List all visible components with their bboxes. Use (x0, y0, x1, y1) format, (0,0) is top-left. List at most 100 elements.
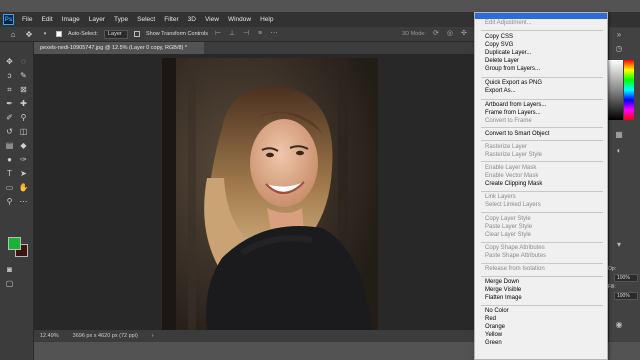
menu-file[interactable]: File (18, 16, 37, 23)
gradient-tool-icon[interactable]: ▤ (4, 140, 15, 151)
ctx-convert-smart-object[interactable]: Convert to Smart Object (485, 131, 549, 137)
ctx-copy-shape-attributes[interactable]: Copy Shape Attributes (485, 245, 545, 251)
ctx-paste-shape-attributes[interactable]: Paste Shape Attributes (485, 253, 546, 259)
zoom-tool-icon[interactable]: ⚲ (4, 196, 15, 207)
ctx-enable-vector-mask[interactable]: Enable Vector Mask (485, 173, 538, 179)
ctx-paste-layer-style[interactable]: Paste Layer Style (485, 224, 532, 230)
status-arrow-icon[interactable]: › (152, 333, 154, 339)
swatches-icon[interactable]: ▦ (614, 130, 624, 140)
ctx-no-color[interactable]: No Color (485, 308, 509, 314)
ctx-color-red[interactable]: Red (485, 316, 496, 322)
3d-orbit-icon[interactable]: ⟳ (432, 30, 440, 38)
ctx-quick-export-png[interactable]: Quick Export as PNG (485, 80, 542, 86)
ctx-frame-from-layers[interactable]: Frame from Layers... (485, 110, 541, 116)
color-picker-field[interactable] (608, 60, 623, 120)
fill-field[interactable]: 100% (614, 292, 638, 300)
auto-select-checkbox[interactable] (56, 31, 62, 37)
more-tools-icon[interactable]: ⋯ (18, 196, 29, 207)
ctx-edit-adjustment[interactable]: Edit Adjustment... (485, 20, 532, 26)
menu-edit[interactable]: Edit (37, 16, 57, 23)
marquee-tool-icon[interactable]: ◌ (18, 56, 29, 67)
home-icon[interactable]: ⌂ (8, 29, 18, 39)
foreground-color-swatch[interactable] (8, 237, 21, 250)
ctx-delete-layer[interactable]: Delete Layer (485, 58, 519, 64)
menu-highlighted-row[interactable] (475, 13, 607, 19)
ctx-flatten-image[interactable]: Flatten Image (485, 295, 522, 301)
portrait-photo (162, 58, 378, 330)
document-tab[interactable]: pexels-nedi-10905747.jpg @ 12.5% (Layer … (34, 42, 204, 54)
ctx-release-from-isolation[interactable]: Release from Isolation (485, 266, 545, 272)
ctx-copy-css[interactable]: Copy CSS (485, 34, 513, 40)
3d-drag-icon[interactable]: ✣ (460, 30, 468, 38)
adjustments-icon[interactable]: ◐ (614, 146, 624, 156)
collapse-panels-icon[interactable]: » (614, 30, 624, 40)
tab-strip (204, 42, 474, 54)
shape-tool-icon[interactable]: ▭ (4, 182, 15, 193)
ctx-convert-to-frame[interactable]: Convert to Frame (485, 118, 532, 124)
ctx-create-clipping-mask[interactable]: Create Clipping Mask (485, 181, 542, 187)
crop-tool-icon[interactable]: ⌗ (4, 84, 15, 95)
blur-tool-icon[interactable]: ◆ (18, 140, 29, 151)
healing-brush-icon[interactable]: ✚ (18, 98, 29, 109)
menu-3d[interactable]: 3D (184, 16, 201, 23)
align-left-icon[interactable]: ⊢ (214, 30, 222, 38)
quick-select-tool-icon[interactable]: ✎ (18, 70, 29, 81)
type-tool-icon[interactable]: T (4, 168, 15, 179)
ctx-rasterize-layer-style[interactable]: Rasterize Layer Style (485, 152, 542, 158)
menu-select[interactable]: Select (133, 16, 160, 23)
menu-image[interactable]: Image (58, 16, 85, 23)
menu-type[interactable]: Type (110, 16, 133, 23)
layers-filter-icon[interactable]: ▾ (614, 240, 624, 250)
brush-tool-icon[interactable]: ✐ (4, 112, 15, 123)
menu-window[interactable]: Window (224, 16, 256, 23)
ctx-group-from-layers[interactable]: Group from Layers... (485, 66, 540, 72)
3d-roll-icon[interactable]: ◎ (446, 30, 454, 38)
ctx-rasterize-layer[interactable]: Rasterize Layer (485, 144, 527, 150)
ctx-duplicate-layer[interactable]: Duplicate Layer... (485, 50, 531, 56)
menu-filter[interactable]: Filter (160, 16, 183, 23)
transform-controls-checkbox[interactable] (133, 31, 140, 37)
ctx-artboard-from-layers[interactable]: Artboard from Layers... (485, 102, 546, 108)
ctx-color-orange[interactable]: Orange (485, 324, 505, 330)
ctx-export-as[interactable]: Export As... (485, 88, 516, 94)
ctx-merge-visible[interactable]: Merge Visible (485, 287, 521, 293)
chevron-down-icon[interactable]: ▾ (40, 29, 50, 39)
ctx-clear-layer-style[interactable]: Clear Layer Style (485, 232, 531, 238)
hue-spectrum-slider[interactable] (624, 60, 634, 120)
history-brush-icon[interactable]: ↺ (4, 126, 15, 137)
frame-tool-icon[interactable]: ⊠ (18, 84, 29, 95)
align-center-icon[interactable]: ⊥ (228, 30, 236, 38)
ctx-color-yellow[interactable]: Yellow (485, 332, 502, 338)
eraser-tool-icon[interactable]: ◫ (18, 126, 29, 137)
menu-view[interactable]: View (201, 16, 224, 23)
menu-layer[interactable]: Layer (85, 16, 110, 23)
path-select-tool-icon[interactable]: ➤ (18, 168, 29, 179)
more-icon[interactable]: ⋯ (270, 30, 278, 38)
pen-tool-icon[interactable]: ✑ (18, 154, 29, 165)
ctx-color-green[interactable]: Green (485, 340, 502, 346)
zoom-level[interactable]: 12.49% (40, 333, 59, 339)
canvas-area[interactable] (34, 54, 474, 330)
auto-select-dropdown[interactable]: Layer (103, 29, 128, 39)
hand-tool-icon[interactable]: ✋ (18, 182, 29, 193)
ctx-link-layers[interactable]: Link Layers (485, 194, 516, 200)
menu-help[interactable]: Help (256, 16, 278, 23)
quick-mask-icon[interactable]: ◙ (4, 264, 15, 275)
distribute-icon[interactable]: ≡ (256, 30, 264, 38)
move-tool-icon[interactable]: ✥ (24, 29, 34, 39)
ctx-select-linked-layers[interactable]: Select Linked Layers (485, 202, 541, 208)
ctx-copy-layer-style[interactable]: Copy Layer Style (485, 216, 531, 222)
opacity-field[interactable]: 100% (614, 274, 638, 282)
dodge-tool-icon[interactable]: ● (4, 154, 15, 165)
history-panel-icon[interactable]: ◷ (614, 44, 624, 54)
ctx-enable-layer-mask[interactable]: Enable Layer Mask (485, 165, 536, 171)
eyedropper-tool-icon[interactable]: ✒ (4, 98, 15, 109)
move-tool-icon[interactable]: ✥ (4, 56, 15, 67)
clone-stamp-icon[interactable]: ⚲ (18, 112, 29, 123)
lasso-tool-icon[interactable]: ↄ (4, 70, 15, 81)
layer-visibility-icon[interactable]: ◉ (614, 320, 624, 330)
ctx-copy-svg[interactable]: Copy SVG (485, 42, 513, 48)
align-right-icon[interactable]: ⊣ (242, 30, 250, 38)
ctx-merge-down[interactable]: Merge Down (485, 279, 519, 285)
screen-mode-icon[interactable]: ▢ (4, 278, 15, 289)
